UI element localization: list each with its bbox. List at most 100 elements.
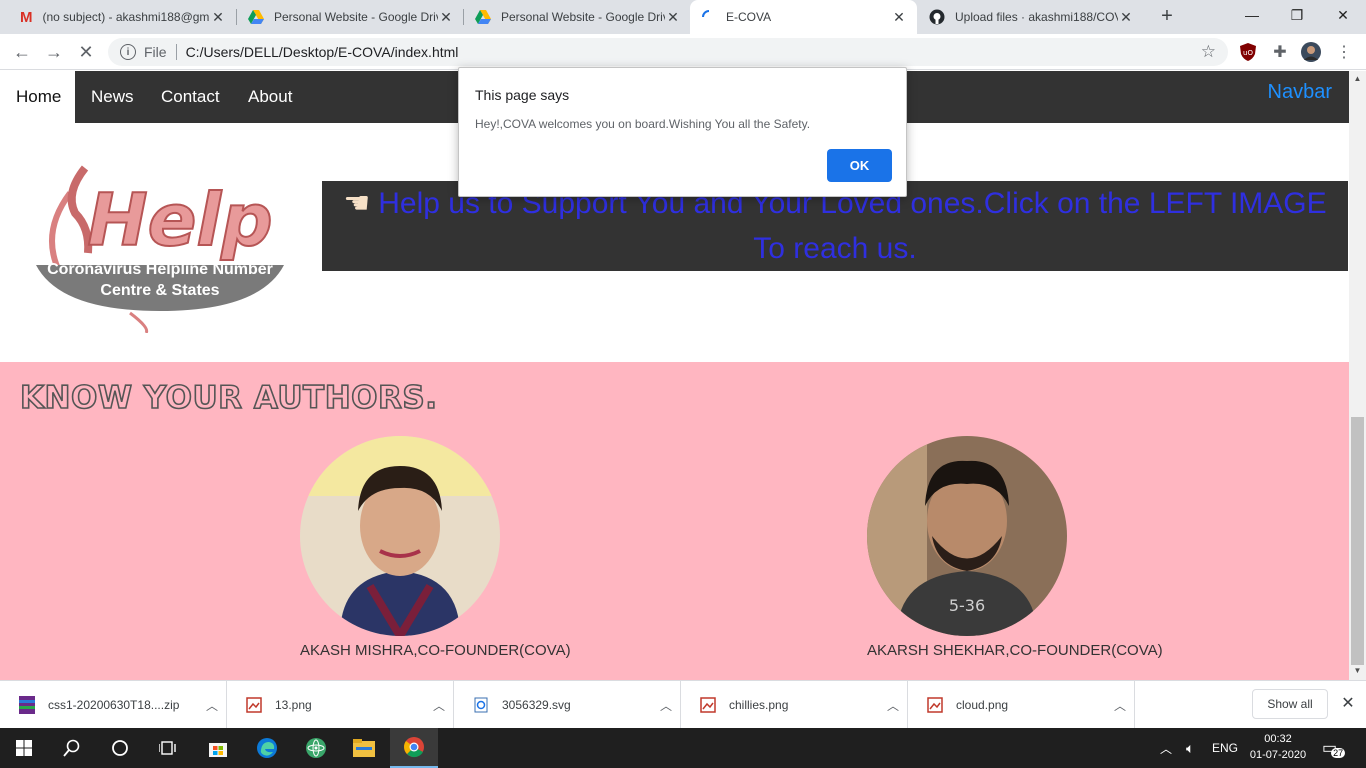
image-file-icon bbox=[926, 696, 944, 714]
stop-loading-button[interactable]: ✕ bbox=[72, 38, 100, 66]
nav-link-about[interactable]: About bbox=[232, 71, 308, 123]
new-tab-button[interactable]: + bbox=[1156, 6, 1178, 28]
helpline-caption-line2: Centre & States bbox=[100, 282, 220, 299]
extensions-puzzle-icon[interactable]: ✚ bbox=[1270, 42, 1290, 62]
search-icon[interactable] bbox=[48, 728, 96, 768]
browser-menu-icon[interactable]: ⋮ bbox=[1334, 42, 1354, 62]
volume-icon[interactable]: 🔈︎ bbox=[1186, 728, 1206, 768]
address-bar[interactable]: i File C:/Users/DELL/Desktop/E-COVA/inde… bbox=[108, 38, 1228, 66]
close-icon[interactable]: ✕ bbox=[438, 9, 454, 26]
task-view-icon[interactable] bbox=[144, 728, 192, 768]
gmail-icon: M bbox=[20, 8, 33, 26]
chevron-up-icon[interactable]: ︿ bbox=[652, 697, 680, 714]
image-file-icon bbox=[699, 696, 717, 714]
chevron-up-icon[interactable]: ︿ bbox=[425, 697, 453, 714]
loading-icon bbox=[702, 10, 710, 18]
download-filename: 3056329.svg bbox=[502, 698, 571, 712]
nav-link-contact[interactable]: Contact bbox=[145, 71, 236, 123]
tab-title: E-COVA bbox=[726, 10, 772, 24]
clock-date: 01-07-2020 bbox=[1249, 749, 1307, 761]
close-icon[interactable]: ✕ bbox=[1118, 9, 1134, 26]
scroll-down-icon[interactable]: ▼ bbox=[1349, 663, 1366, 677]
dialog-title: This page says bbox=[475, 87, 570, 103]
show-all-downloads-button[interactable]: Show all bbox=[1252, 689, 1328, 719]
helpline-image-link[interactable]: Help Coronavirus Helpline Number Centre … bbox=[30, 153, 292, 334]
info-icon[interactable]: i bbox=[120, 44, 136, 60]
browser-toolbar: ← → ✕ i File C:/Users/DELL/Desktop/E-COV… bbox=[0, 34, 1366, 70]
helpline-graphic: Help bbox=[36, 165, 284, 334]
file-explorer-icon[interactable] bbox=[340, 728, 388, 768]
svg-file-icon bbox=[472, 696, 490, 714]
back-button[interactable]: ← bbox=[8, 38, 36, 66]
download-filename: css1-20200630T18....zip bbox=[48, 698, 180, 712]
close-window-button[interactable]: ✕ bbox=[1320, 0, 1366, 30]
windows-start-icon[interactable] bbox=[0, 728, 48, 768]
minimize-window-button[interactable]: — bbox=[1229, 0, 1275, 30]
windows-taskbar: ︿ 🔈︎ ENG 00:32 01-07-2020 ▭ 27 bbox=[0, 728, 1366, 768]
chevron-up-icon[interactable]: ︿ bbox=[1106, 697, 1134, 714]
download-filename: cloud.png bbox=[956, 698, 1009, 712]
download-item[interactable]: css1-20200630T18....zip ︿ bbox=[0, 681, 227, 729]
download-item[interactable]: cloud.png ︿ bbox=[908, 681, 1135, 729]
restore-window-button[interactable]: ❐ bbox=[1274, 0, 1320, 30]
atom-editor-icon[interactable] bbox=[292, 728, 340, 768]
browser-tab-strip: M (no subject) - akashmi188@gm ✕ Persona… bbox=[0, 0, 1366, 34]
profile-avatar[interactable] bbox=[1301, 42, 1321, 62]
browser-tab[interactable]: Personal Website - Google Driv ✕ bbox=[236, 0, 464, 34]
close-icon[interactable]: ✕ bbox=[1338, 693, 1358, 713]
close-icon[interactable]: ✕ bbox=[891, 9, 907, 26]
image-file-icon bbox=[245, 696, 263, 714]
browser-tab[interactable]: Upload files · akashmi188/COV ✕ bbox=[917, 0, 1144, 34]
google-drive-icon bbox=[248, 10, 264, 24]
back-arrow-icon: ← bbox=[13, 41, 31, 62]
edge-browser-icon[interactable] bbox=[243, 728, 291, 768]
language-indicator[interactable]: ENG bbox=[1212, 728, 1238, 768]
authors-heading: KNOW YOUR AUTHORS. bbox=[19, 379, 438, 417]
download-shelf: css1-20200630T18....zip ︿ 13.png ︿ 30563… bbox=[0, 680, 1366, 729]
github-icon bbox=[929, 9, 945, 25]
page-scrollbar[interactable]: ▲ ▼ bbox=[1349, 71, 1366, 680]
dialog-ok-button[interactable]: OK bbox=[827, 149, 892, 182]
dialog-message: Hey!,COVA welcomes you on board.Wishing … bbox=[475, 117, 811, 131]
system-clock[interactable]: 00:32 01-07-2020 bbox=[1238, 731, 1318, 763]
author-name: AKARSH SHEKHAR,CO-FOUNDER(COVA) bbox=[867, 642, 1163, 659]
tab-title: (no subject) - akashmi188@gm bbox=[42, 10, 210, 24]
support-banner-text: Help us to Support You and Your Loved on… bbox=[378, 187, 1327, 265]
clock-time: 00:32 bbox=[1264, 733, 1292, 745]
cortana-icon[interactable] bbox=[96, 728, 144, 768]
close-icon[interactable]: ✕ bbox=[665, 9, 681, 26]
download-item[interactable]: 3056329.svg ︿ bbox=[454, 681, 681, 729]
download-filename: 13.png bbox=[275, 698, 312, 712]
authors-section: KNOW YOUR AUTHORS. AKASH MISHRA,CO-FOUND… bbox=[0, 362, 1349, 680]
scheme-label: File bbox=[144, 44, 167, 60]
stop-icon: ✕ bbox=[78, 41, 94, 62]
url-text[interactable]: C:/Users/DELL/Desktop/E-COVA/index.html bbox=[186, 44, 459, 60]
forward-button[interactable]: → bbox=[40, 38, 68, 66]
chrome-browser-icon[interactable] bbox=[390, 728, 438, 768]
show-hidden-icons-chevron-icon[interactable]: ︿ bbox=[1160, 728, 1180, 768]
scroll-up-icon[interactable]: ▲ bbox=[1349, 71, 1366, 85]
browser-tab[interactable]: M (no subject) - akashmi188@gm ✕ bbox=[8, 0, 236, 34]
close-icon[interactable]: ✕ bbox=[210, 9, 226, 26]
nav-link-news[interactable]: News bbox=[75, 71, 150, 123]
download-filename: chillies.png bbox=[729, 698, 789, 712]
microsoft-store-icon[interactable] bbox=[194, 728, 242, 768]
download-item[interactable]: chillies.png ︿ bbox=[681, 681, 908, 729]
browser-tab-active[interactable]: E-COVA ✕ bbox=[690, 0, 917, 34]
nav-link-home[interactable]: Home bbox=[0, 71, 75, 123]
svg-text:5-36: 5-36 bbox=[949, 596, 985, 615]
chevron-up-icon[interactable]: ︿ bbox=[198, 697, 226, 714]
tab-title: Personal Website - Google Driv bbox=[501, 10, 665, 24]
browser-tab[interactable]: Personal Website - Google Driv ✕ bbox=[463, 0, 691, 34]
author-photo bbox=[300, 436, 500, 636]
alert-dialog: This page says Hey!,COVA welcomes you on… bbox=[458, 67, 907, 197]
omnibox-divider bbox=[175, 44, 177, 60]
google-drive-icon bbox=[475, 10, 491, 24]
ublock-extension-icon[interactable]: uO bbox=[1238, 42, 1258, 62]
download-item[interactable]: 13.png ︿ bbox=[227, 681, 454, 729]
notification-center-button[interactable]: ▭ 27 bbox=[1322, 728, 1352, 768]
bookmark-star-icon[interactable]: ☆ bbox=[1201, 42, 1216, 62]
navbar-brand[interactable]: Navbar bbox=[1268, 81, 1332, 104]
scroll-thumb[interactable] bbox=[1351, 417, 1364, 665]
chevron-up-icon[interactable]: ︿ bbox=[879, 697, 907, 714]
